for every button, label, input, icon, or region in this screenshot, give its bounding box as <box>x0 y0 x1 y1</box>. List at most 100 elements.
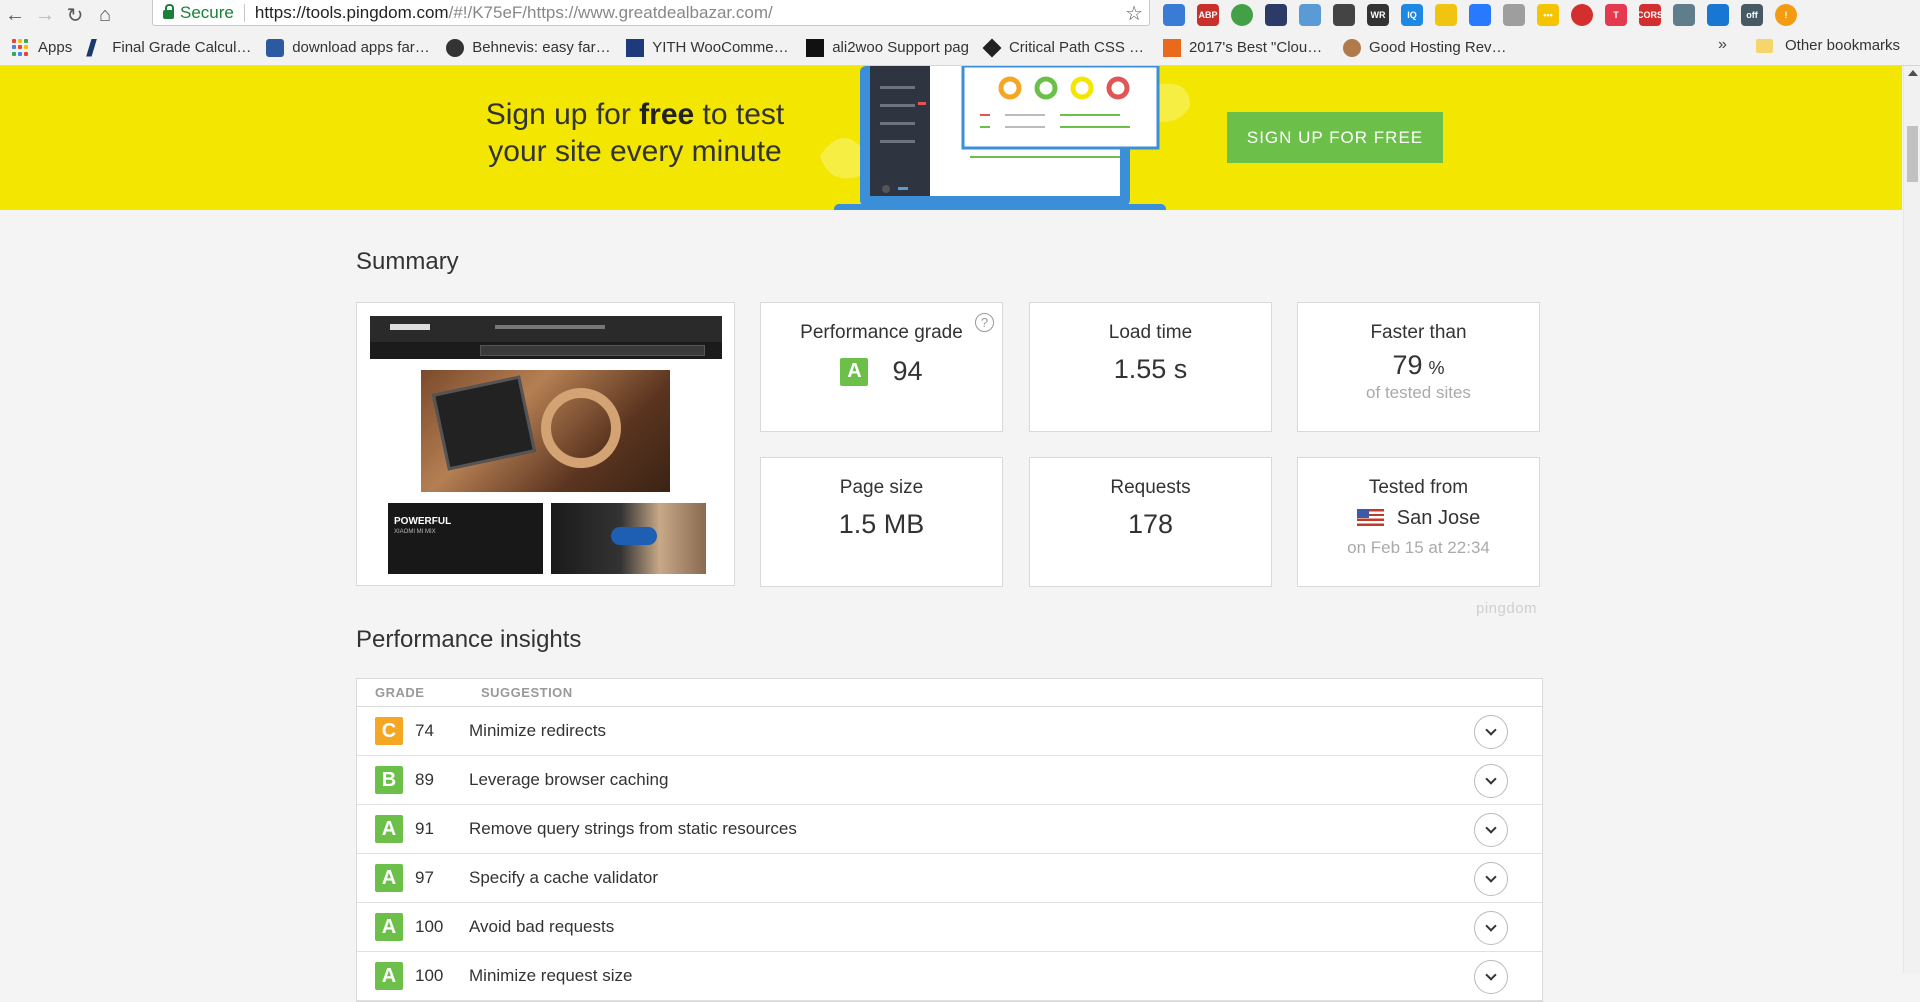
bookmark-favicon-icon <box>1162 38 1181 57</box>
expand-row-button[interactable] <box>1474 960 1508 994</box>
signup-free-button[interactable]: SIGN UP FOR FREE <box>1227 112 1443 163</box>
bookmark-label: download apps farsi v <box>292 39 433 56</box>
bookmark-behnevis[interactable]: Behnevis: easy farsi tr <box>446 34 612 62</box>
table-row[interactable]: A 91 Remove query strings from static reso… <box>357 805 1542 854</box>
bookmark-final-grade[interactable]: Final Grade Calculato <box>86 34 252 62</box>
page-scrollbar[interactable] <box>1903 66 1920 973</box>
tested-from-location: San Jose <box>1396 507 1481 529</box>
forward-arrow-icon[interactable]: → <box>30 0 60 30</box>
other-bookmarks[interactable]: Other bookmarks <box>1756 37 1900 54</box>
ext-t-icon[interactable]: T <box>1605 4 1627 26</box>
load-time-value: 1.55 s <box>1113 354 1188 384</box>
tested-from-date: on Feb 15 at 22:34 <box>1347 538 1490 557</box>
banner-line2: your site every minute <box>488 135 782 168</box>
grade-badge: A <box>375 962 403 990</box>
ext-bars-icon[interactable] <box>1299 4 1321 26</box>
grade-badge: A <box>840 357 869 386</box>
us-flag-icon <box>1356 509 1384 526</box>
bookmark-download-apps[interactable]: download apps farsi v <box>266 34 432 62</box>
folder-icon <box>1756 38 1773 53</box>
secure-label: Secure <box>180 2 234 22</box>
requests-value: 178 <box>1127 509 1174 539</box>
ext-wave-icon[interactable] <box>1163 4 1185 26</box>
bookmark-favicon-icon <box>1342 38 1361 57</box>
bookmark-ali2woo[interactable]: ali2woo Support pag <box>806 34 969 62</box>
faster-than-card: Faster than 79% of tested sites <box>1297 302 1540 432</box>
bookmark-critical-path[interactable]: Critical Path CSS Gen <box>982 34 1149 62</box>
apps-grid-icon <box>12 38 30 57</box>
table-row[interactable]: A 100 Minimize request size <box>357 952 1542 1001</box>
score-value: 91 <box>415 819 434 838</box>
percent-unit: % <box>1428 358 1445 378</box>
table-header: GRADE SUGGESTION <box>357 679 1542 707</box>
thumbnail-logo <box>390 324 430 330</box>
grade-badge: A <box>375 815 403 843</box>
suggestion-text: Avoid bad requests <box>469 917 615 936</box>
score-value: 74 <box>415 721 434 740</box>
ext-check-icon[interactable] <box>1469 4 1491 26</box>
chevron-down-icon <box>1485 920 1497 932</box>
chevron-down-icon <box>1485 773 1497 785</box>
reload-icon[interactable]: ↻ <box>60 0 90 30</box>
summary-heading: Summary <box>356 248 459 275</box>
pingdom-watermark: pingdom <box>1476 600 1538 617</box>
grade-badge: A <box>375 864 403 892</box>
bookmark-yith[interactable]: YITH WooCommerce <box>626 34 792 62</box>
ext-gray-icon[interactable] <box>1673 4 1695 26</box>
adblock-plus-icon[interactable]: ABP <box>1197 4 1219 26</box>
score-value: 100 <box>415 917 444 936</box>
ext-wr-icon[interactable]: WR <box>1367 4 1389 26</box>
ext-dark-icon[interactable] <box>1333 4 1355 26</box>
ext-cors-icon[interactable]: CORS <box>1637 4 1663 26</box>
table-row[interactable]: C 74 Minimize redirects <box>357 707 1542 756</box>
address-bar[interactable]: Secure https://tools.pingdom.com/#!/K75e… <box>152 0 1150 26</box>
expand-row-button[interactable] <box>1474 862 1508 896</box>
performance-grade-card: ? Performance grade A 94 <box>760 302 1003 432</box>
ext-navy-icon[interactable] <box>1265 4 1287 26</box>
bookmark-favicon-icon <box>446 38 465 57</box>
bookmark-favicon-icon <box>626 38 645 57</box>
thumbnail-banner-text: POWERFUL <box>394 516 452 527</box>
home-icon[interactable]: ⌂ <box>90 0 120 30</box>
expand-row-button[interactable] <box>1474 911 1508 945</box>
more-bookmarks-chevron-icon[interactable]: » <box>1718 36 1727 54</box>
banner-headline: Sign up for free to test your site every… <box>440 96 830 170</box>
ext-green-icon[interactable] <box>1231 4 1253 26</box>
expand-row-button[interactable] <box>1474 764 1508 798</box>
ext-off-icon[interactable]: off <box>1741 4 1763 26</box>
help-icon[interactable]: ? <box>975 313 994 332</box>
bookmark-star-icon[interactable]: ☆ <box>1125 1 1143 26</box>
ext-iq-icon[interactable]: IQ <box>1401 4 1423 26</box>
bookmark-label: ali2woo Support pag <box>832 39 969 56</box>
bookmark-favicon-icon <box>266 38 285 57</box>
ext-red-circle-icon[interactable] <box>1571 4 1593 26</box>
thumbnail-banner-sub: XIAOMI MI MIX <box>394 529 436 535</box>
ext-cup-icon[interactable] <box>1503 4 1525 26</box>
suggestion-text: Minimize redirects <box>469 721 606 740</box>
ext-orange-icon[interactable]: ! <box>1775 4 1797 26</box>
ext-blue-doc-icon[interactable] <box>1707 4 1729 26</box>
back-arrow-icon[interactable]: ← <box>0 0 30 30</box>
ext-dots-icon[interactable]: ••• <box>1537 4 1559 26</box>
bookmark-apps[interactable]: Apps <box>12 34 72 62</box>
table-row[interactable]: A 97 Specify a cache validator <box>357 854 1542 903</box>
bookmark-cloud-hosting[interactable]: 2017's Best "Cloud H <box>1162 34 1329 62</box>
thumbnail-tablet <box>431 375 537 471</box>
table-row[interactable]: B 89 Leverage browser caching <box>357 756 1542 805</box>
expand-row-button[interactable] <box>1474 715 1508 749</box>
signup-banner: Sign up for free to test your site every… <box>0 66 1902 210</box>
url-host: https://tools.pingdom.com <box>254 2 449 22</box>
faster-than-value: 79 <box>1392 350 1423 380</box>
ext-moon-icon[interactable] <box>1435 4 1457 26</box>
scroll-up-arrow-icon[interactable] <box>1908 70 1918 76</box>
thumbnail-banner-left: POWERFUL XIAOMI MI MIX <box>388 503 543 574</box>
expand-row-button[interactable] <box>1474 813 1508 847</box>
banner-line1-bold: free <box>639 98 695 131</box>
scroll-thumb[interactable] <box>1907 126 1918 182</box>
table-row[interactable]: A 100 Avoid bad requests <box>357 903 1542 952</box>
bookmark-good-hosting[interactable]: Good Hosting Review <box>1342 34 1509 62</box>
grade-badge: C <box>375 717 403 745</box>
faster-than-value-row: 79% <box>1298 350 1539 381</box>
banner-line1-post: to test <box>694 98 785 131</box>
bookmark-label: 2017's Best "Cloud H <box>1188 39 1329 56</box>
